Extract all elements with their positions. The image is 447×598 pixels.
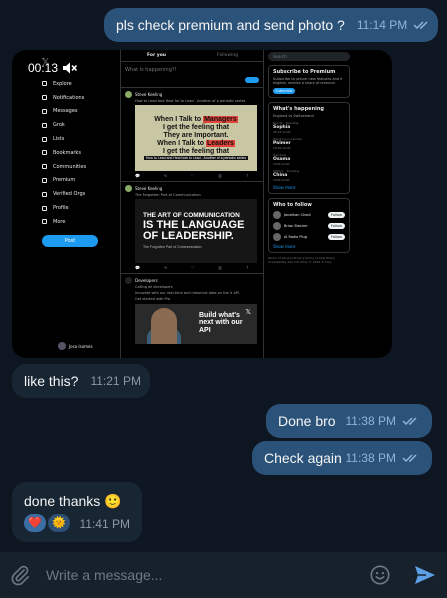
outgoing-message[interactable]: Done bro 11:38 PM (266, 404, 432, 438)
x-right-column: Search Subscribe to Premium Subscribe to… (268, 50, 350, 265)
message-input[interactable] (46, 564, 356, 586)
x-show-more-link: Show more (273, 244, 296, 249)
x-feed: For you Following What is happening?! St… (120, 50, 264, 358)
x-profile: Josa Isomes (58, 342, 93, 350)
video-frame: 𝕏 Explore Notifications Messages Grok Li… (12, 50, 392, 358)
x-footer-links: Terms of Service Privacy Policy Cookie P… (268, 256, 335, 264)
outgoing-message[interactable]: pls check premium and send photo ? 11:14… (104, 8, 438, 42)
x-nav-item: Premium (42, 174, 122, 188)
x-tab-for-you: For you (147, 53, 166, 58)
x-nav-item: Verified Orgs (42, 187, 122, 201)
x-post-button: Post (42, 234, 98, 247)
video-duration[interactable]: 00:13 (24, 59, 83, 77)
x-nav-item: Grok (42, 118, 122, 132)
read-checks-icon (402, 417, 417, 426)
meme-image: When I Talk to Managers I get the feelin… (135, 105, 257, 171)
read-checks-icon (413, 21, 428, 30)
x-premium-card: Subscribe to Premium Subscribe to unlock… (268, 65, 350, 98)
incoming-message[interactable]: like this? 11:21 PM (12, 364, 150, 398)
x-trend: Sports · Trending Sophia 38.1K posts (273, 121, 299, 134)
message-text: Done bro (278, 413, 336, 429)
avatar (273, 233, 281, 241)
avatar (125, 277, 132, 284)
message-meta: 11:38 PM (346, 451, 420, 465)
x-nav-item: Profile (42, 201, 122, 215)
x-trend: Politics · Trending China 336K posts (273, 169, 300, 182)
x-tweet-actions: 💬 ⟲ ♡ ▥ ↑ (135, 265, 249, 270)
avatar (58, 342, 66, 350)
incoming-message[interactable]: done thanks 🙂 ❤️ 🌞 11:41 PM (12, 482, 142, 542)
avatar (273, 211, 281, 219)
x-logo-icon: 𝕏 (245, 308, 251, 316)
message-time: 11:21 PM (90, 374, 141, 388)
message-meta: 11:38 PM (346, 414, 420, 428)
x-follow-row: Brian Stecher Follow (273, 222, 345, 230)
outgoing-message[interactable]: Check again 11:38 PM (252, 441, 432, 475)
x-tweet-actions: 💬 ⟲ ♡ ▥ ↑ (135, 173, 249, 178)
message-meta: 11:41 PM (80, 517, 130, 531)
x-happening-card: What's happening England vs Switzerland … (268, 102, 350, 194)
message-text: like this? (24, 373, 79, 389)
x-follow-row: Al Radio Plug Follow (273, 233, 345, 241)
x-tabs: For you Following (121, 50, 263, 62)
read-checks-icon (402, 454, 417, 463)
message-text: Check again (264, 450, 342, 466)
x-nav-item: Explore (42, 77, 122, 91)
x-trend: Trending Osama 109K posts (273, 153, 291, 166)
avatar (125, 185, 132, 192)
x-tweet: Steve Keeling The Forgotten Part of Comm… (121, 182, 263, 274)
x-nav-item: Communities (42, 160, 122, 174)
x-compose: What is happening?! (121, 62, 263, 88)
x-trend: Trending in Canada Palmer 18.8K posts (273, 137, 302, 150)
send-icon[interactable] (412, 563, 438, 587)
x-sidebar: 𝕏 Explore Notifications Messages Grok Li… (42, 58, 122, 247)
x-tweet: Developers Calling all developers Innova… (121, 274, 263, 347)
message-text: done thanks 🙂 (24, 492, 122, 509)
emoji-icon[interactable] (368, 563, 392, 587)
attach-icon[interactable] (8, 563, 32, 587)
x-nav-item: Lists (42, 132, 122, 146)
muted-speaker-icon[interactable] (62, 61, 78, 75)
x-search: Search (268, 52, 350, 61)
message-time: 11:38 PM (345, 414, 396, 428)
x-tweet: Steve Keeling How to Lead and Heal for t… (121, 88, 263, 182)
video-message[interactable]: 𝕏 Explore Notifications Messages Grok Li… (12, 50, 392, 358)
avatar (273, 222, 281, 230)
message-time: 11:41 PM (79, 516, 130, 531)
api-ad-image: Build what's next with our API 𝕏 (135, 304, 257, 344)
message-composer (0, 552, 447, 598)
x-nav-item: Bookmarks (42, 146, 122, 160)
message-text: pls check premium and send photo ? (116, 17, 345, 33)
message-time: 11:38 PM (345, 451, 396, 465)
message-time: 11:14 PM (356, 18, 408, 32)
x-nav-item: Messages (42, 105, 122, 119)
message-meta: 11:14 PM (357, 18, 431, 32)
reactions: ❤️ 🌞 (24, 513, 70, 532)
avatar (125, 91, 132, 98)
x-subscribe-button: Subscribe (273, 88, 295, 94)
heart-reaction[interactable]: ❤️ (24, 513, 46, 532)
video-duration-text: 00:13 (28, 61, 59, 75)
x-nav-item: Notifications (42, 91, 122, 105)
message-meta: 11:21 PM (90, 374, 140, 388)
x-who-to-follow-card: Who to follow Jonathan Chadi Follow Brian… (268, 198, 350, 253)
x-follow-row: Jonathan Chadi Follow (273, 211, 345, 219)
x-nav-item: More (42, 215, 122, 229)
sun-reaction[interactable]: 🌞 (48, 513, 70, 532)
x-tab-following: Following (216, 53, 239, 58)
leadership-image: THE ART OF COMMUNICATION IS THE LANGUAGE… (135, 199, 257, 263)
x-show-more-link: Show more (273, 185, 296, 190)
x-compose-post-button (245, 77, 259, 83)
chat-area: pls check premium and send photo ? 11:14… (0, 0, 447, 552)
